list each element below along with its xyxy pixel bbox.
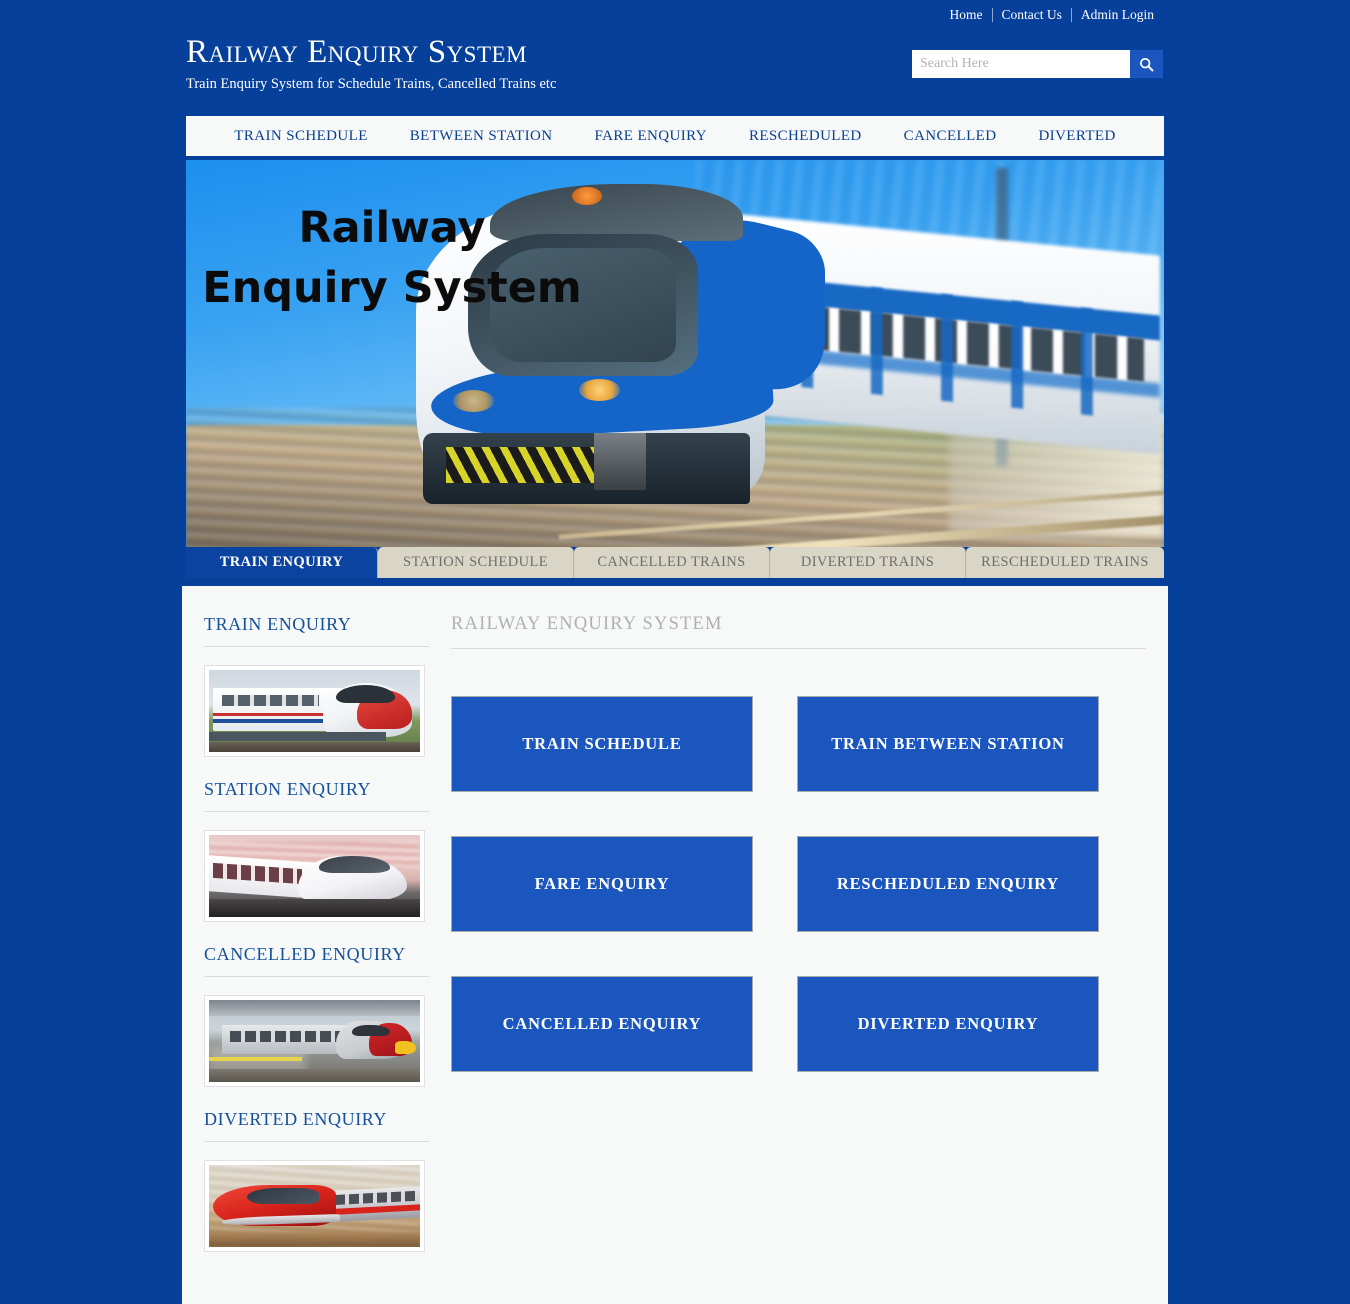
tab-train-enquiry[interactable]: TRAIN ENQUIRY [186, 547, 378, 578]
sidebar-thumb-station-enquiry[interactable] [204, 830, 425, 922]
site-subtitle: Train Enquiry System for Schedule Trains… [186, 76, 557, 92]
thumb-ground [209, 1232, 420, 1247]
thumb-track [209, 898, 420, 917]
main-area: RAILWAY ENQUIRY SYSTEM TRAIN SCHEDULE TR… [429, 614, 1146, 1274]
content-panel: TRAIN ENQUIRY STATION ENQUIRY CANCELLED … [182, 586, 1168, 1304]
train-coupler [594, 432, 647, 490]
nav-item-fare-enquiry[interactable]: FARE ENQUIRY [573, 128, 727, 145]
hero-overlay-title: Railway Enquiry System [202, 203, 582, 313]
search-box [912, 50, 1163, 78]
sidebar-heading-train-enquiry: TRAIN ENQUIRY [204, 614, 429, 647]
thumb-train-yellow-tip [394, 1041, 416, 1055]
brand: Railway Enquiry System Train Enquiry Sys… [186, 32, 556, 94]
nav-item-diverted[interactable]: DIVERTED [1017, 128, 1136, 145]
search-button[interactable] [1130, 50, 1163, 78]
main-nav: TRAIN SCHEDULE BETWEEN STATION FARE ENQU… [186, 116, 1164, 156]
button-train-between-station[interactable]: TRAIN BETWEEN STATION [797, 696, 1099, 792]
tab-strip-wrapper: TRAIN ENQUIRY STATION SCHEDULE CANCELLED… [182, 547, 1168, 582]
tab-station-schedule[interactable]: STATION SCHEDULE [378, 547, 574, 578]
thumb-train-windows [230, 1031, 340, 1042]
thumb-train-windshield [352, 1024, 391, 1037]
button-cancelled-enquiry[interactable]: CANCELLED ENQUIRY [451, 976, 753, 1072]
thumb-platform-yellow-line [209, 1056, 302, 1061]
thumb-track [209, 742, 420, 752]
enquiry-button-grid: TRAIN SCHEDULE TRAIN BETWEEN STATION FAR… [451, 696, 1146, 1072]
nav-item-between-station[interactable]: BETWEEN STATION [389, 128, 574, 145]
top-utility-bar: Home Contact Us Admin Login [0, 0, 1350, 30]
sidebar-thumb-cancelled-enquiry[interactable] [204, 995, 425, 1087]
top-link-admin-login[interactable]: Admin Login [1072, 8, 1163, 22]
train-headlamp [579, 379, 621, 401]
search-icon [1139, 57, 1154, 71]
tab-strip: TRAIN ENQUIRY STATION SCHEDULE CANCELLED… [186, 547, 1164, 578]
site-header: Railway Enquiry System Train Enquiry Sys… [0, 30, 1350, 112]
sidebar-thumb-diverted-enquiry[interactable] [204, 1160, 425, 1252]
sidebar: TRAIN ENQUIRY STATION ENQUIRY CANCELLED … [204, 614, 429, 1274]
thumb-station-canopy [209, 1000, 420, 1017]
sidebar-heading-station-enquiry: STATION ENQUIRY [204, 779, 429, 812]
thumb-train-windshield [246, 1187, 319, 1205]
hero-banner: Railway Enquiry System [186, 160, 1164, 574]
thumb-track [209, 1068, 420, 1082]
main-heading: RAILWAY ENQUIRY SYSTEM [451, 614, 1146, 649]
thumb-train-skirt [209, 732, 387, 741]
sidebar-thumb-train-enquiry[interactable] [204, 665, 425, 757]
tab-diverted-trains[interactable]: DIVERTED TRAINS [770, 547, 966, 578]
nav-item-train-schedule[interactable]: TRAIN SCHEDULE [213, 128, 389, 145]
train-photo-white-red-nose [209, 670, 420, 752]
train-photo-red-high-speed [209, 1165, 420, 1247]
train-photo-white-bullet-sunset [209, 835, 420, 917]
search-input[interactable] [912, 50, 1130, 78]
button-rescheduled-enquiry[interactable]: RESCHEDULED ENQUIRY [797, 836, 1099, 932]
nav-item-rescheduled[interactable]: RESCHEDULED [728, 128, 883, 145]
thumb-train-windshield [318, 856, 391, 873]
train-headlamp [452, 390, 494, 412]
main-nav-wrapper: TRAIN SCHEDULE BETWEEN STATION FARE ENQU… [182, 112, 1168, 160]
tab-cancelled-trains[interactable]: CANCELLED TRAINS [574, 547, 770, 578]
button-fare-enquiry[interactable]: FARE ENQUIRY [451, 836, 753, 932]
top-link-home[interactable]: Home [941, 8, 992, 22]
hero-wrapper: Railway Enquiry System [182, 160, 1168, 578]
button-diverted-enquiry[interactable]: DIVERTED ENQUIRY [797, 976, 1099, 1072]
tab-rescheduled-trains[interactable]: RESCHEDULED TRAINS [966, 547, 1164, 578]
nav-item-cancelled[interactable]: CANCELLED [883, 128, 1018, 145]
button-train-schedule[interactable]: TRAIN SCHEDULE [451, 696, 753, 792]
top-link-contact-us[interactable]: Contact Us [993, 8, 1071, 22]
sidebar-heading-diverted-enquiry: DIVERTED ENQUIRY [204, 1109, 429, 1142]
thumb-train-windows [221, 694, 319, 707]
top-links: Home Contact Us Admin Login [941, 8, 1164, 22]
sidebar-heading-cancelled-enquiry: CANCELLED ENQUIRY [204, 944, 429, 977]
train-photo-virgin-at-platform [209, 1000, 420, 1082]
train-hazard-stripes [445, 447, 610, 483]
site-title: Railway Enquiry System [186, 34, 528, 70]
